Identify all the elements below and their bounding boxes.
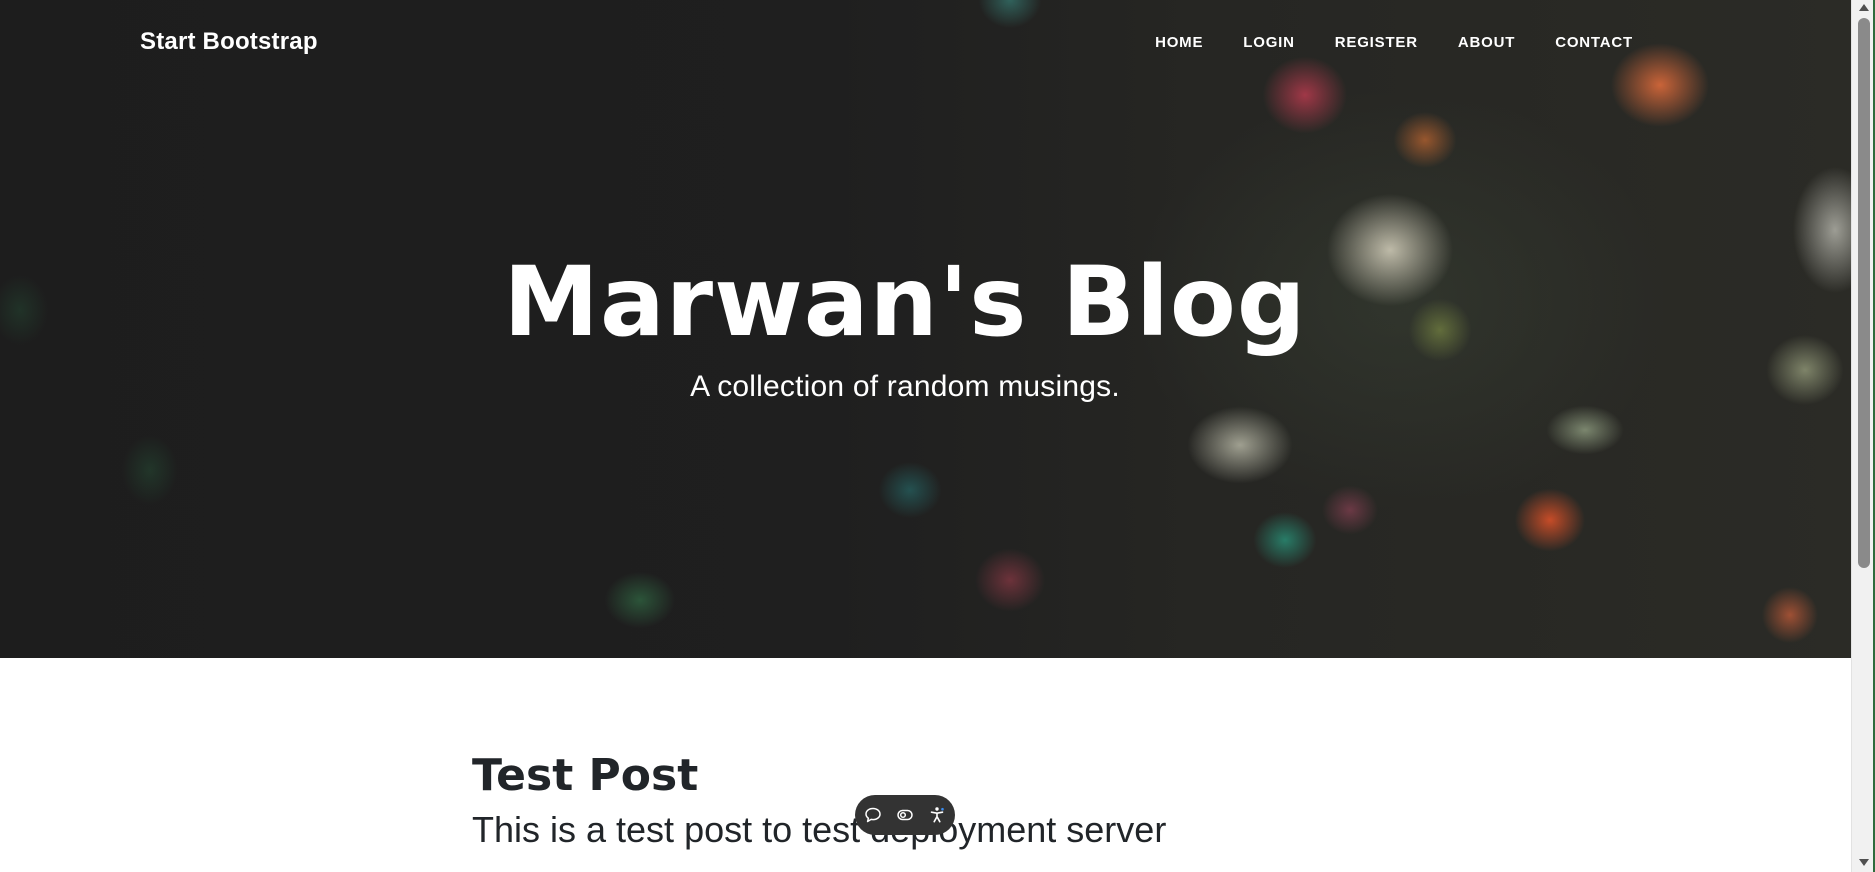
nav-link-home[interactable]: HOME xyxy=(1135,34,1223,51)
browser-viewport: Start Bootstrap HOME LOGIN REGISTER ABOU… xyxy=(0,0,1851,872)
accessibility-person-icon[interactable] xyxy=(927,805,947,825)
accessibility-toolbar xyxy=(855,795,955,835)
nav-links: HOME LOGIN REGISTER ABOUT CONTACT xyxy=(1135,34,1653,51)
scroll-down-arrow-icon[interactable] xyxy=(1859,859,1869,866)
site-title: Marwan's Blog xyxy=(503,246,1307,358)
hero-masthead: Start Bootstrap HOME LOGIN REGISTER ABOU… xyxy=(0,0,1851,658)
nav-link-register[interactable]: REGISTER xyxy=(1315,34,1438,51)
scroll-up-arrow-icon[interactable] xyxy=(1859,4,1869,11)
site-heading: Marwan's Blog A collection of random mus… xyxy=(0,246,1810,404)
nav-link-about[interactable]: ABOUT xyxy=(1438,34,1535,51)
vertical-scrollbar[interactable] xyxy=(1851,0,1875,872)
nav-link-contact[interactable]: CONTACT xyxy=(1535,34,1653,51)
site-subtitle: A collection of random musings. xyxy=(690,369,1120,403)
top-navbar: Start Bootstrap HOME LOGIN REGISTER ABOU… xyxy=(0,0,1851,90)
chat-bubble-icon[interactable] xyxy=(863,805,883,825)
scroll-thumb[interactable] xyxy=(1858,18,1870,568)
contrast-toggle-icon[interactable] xyxy=(895,805,915,825)
nav-link-login[interactable]: LOGIN xyxy=(1223,34,1315,51)
navbar-brand[interactable]: Start Bootstrap xyxy=(140,28,318,56)
